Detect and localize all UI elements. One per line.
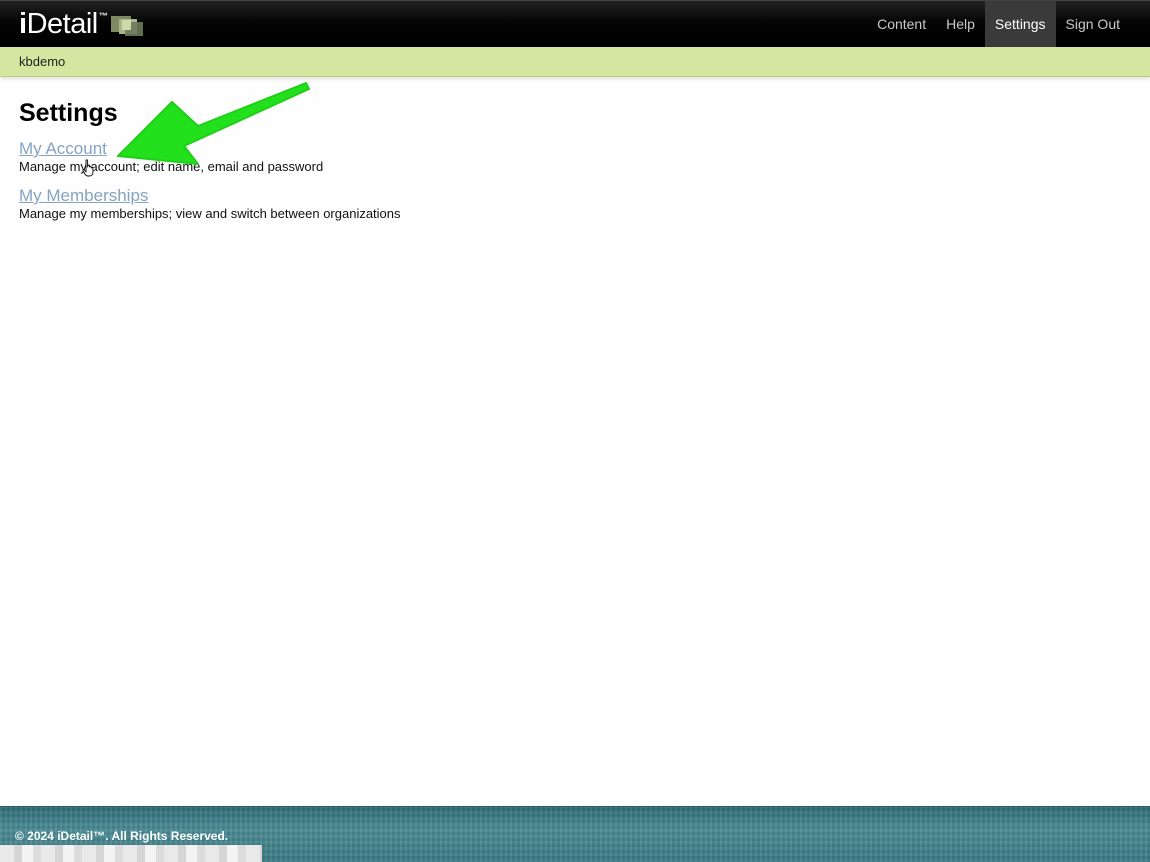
nav-help[interactable]: Help [936, 1, 985, 47]
redacted-footer-text [0, 845, 262, 862]
brand-logo[interactable]: iDetail ™ [19, 7, 145, 41]
nav-settings[interactable]: Settings [984, 1, 1056, 47]
hand-pointer-icon [82, 159, 94, 177]
settings-entry-memberships: My Memberships Manage my memberships; vi… [19, 185, 1119, 222]
footer-copyright: © 2024 iDetail™. All Rights Reserved. [15, 829, 229, 843]
my-account-link[interactable]: My Account [19, 138, 107, 160]
arrow-icon [117, 82, 310, 165]
main-nav: Content Help Settings Sign Out [867, 1, 1130, 47]
brand-wordmark: iDetail [19, 7, 98, 41]
footer: © 2024 iDetail™. All Rights Reserved. [0, 806, 1150, 862]
brand-prefix: i [19, 8, 27, 40]
nav-sign-out[interactable]: Sign Out [1056, 1, 1130, 47]
brand-name: Detail [26, 8, 99, 40]
current-username: kbdemo [19, 54, 66, 69]
nav-content[interactable]: Content [867, 1, 936, 47]
page: iDetail ™ Content Help Settings Sign Out… [0, 0, 1150, 862]
my-memberships-link[interactable]: My Memberships [19, 185, 148, 207]
brand-mark-icon [110, 16, 145, 38]
user-bar: kbdemo [0, 47, 1150, 77]
brand-trademark: ™ [98, 11, 108, 21]
my-memberships-description: Manage my memberships; view and switch b… [19, 206, 401, 221]
top-navigation-bar: iDetail ™ Content Help Settings Sign Out [0, 0, 1150, 47]
